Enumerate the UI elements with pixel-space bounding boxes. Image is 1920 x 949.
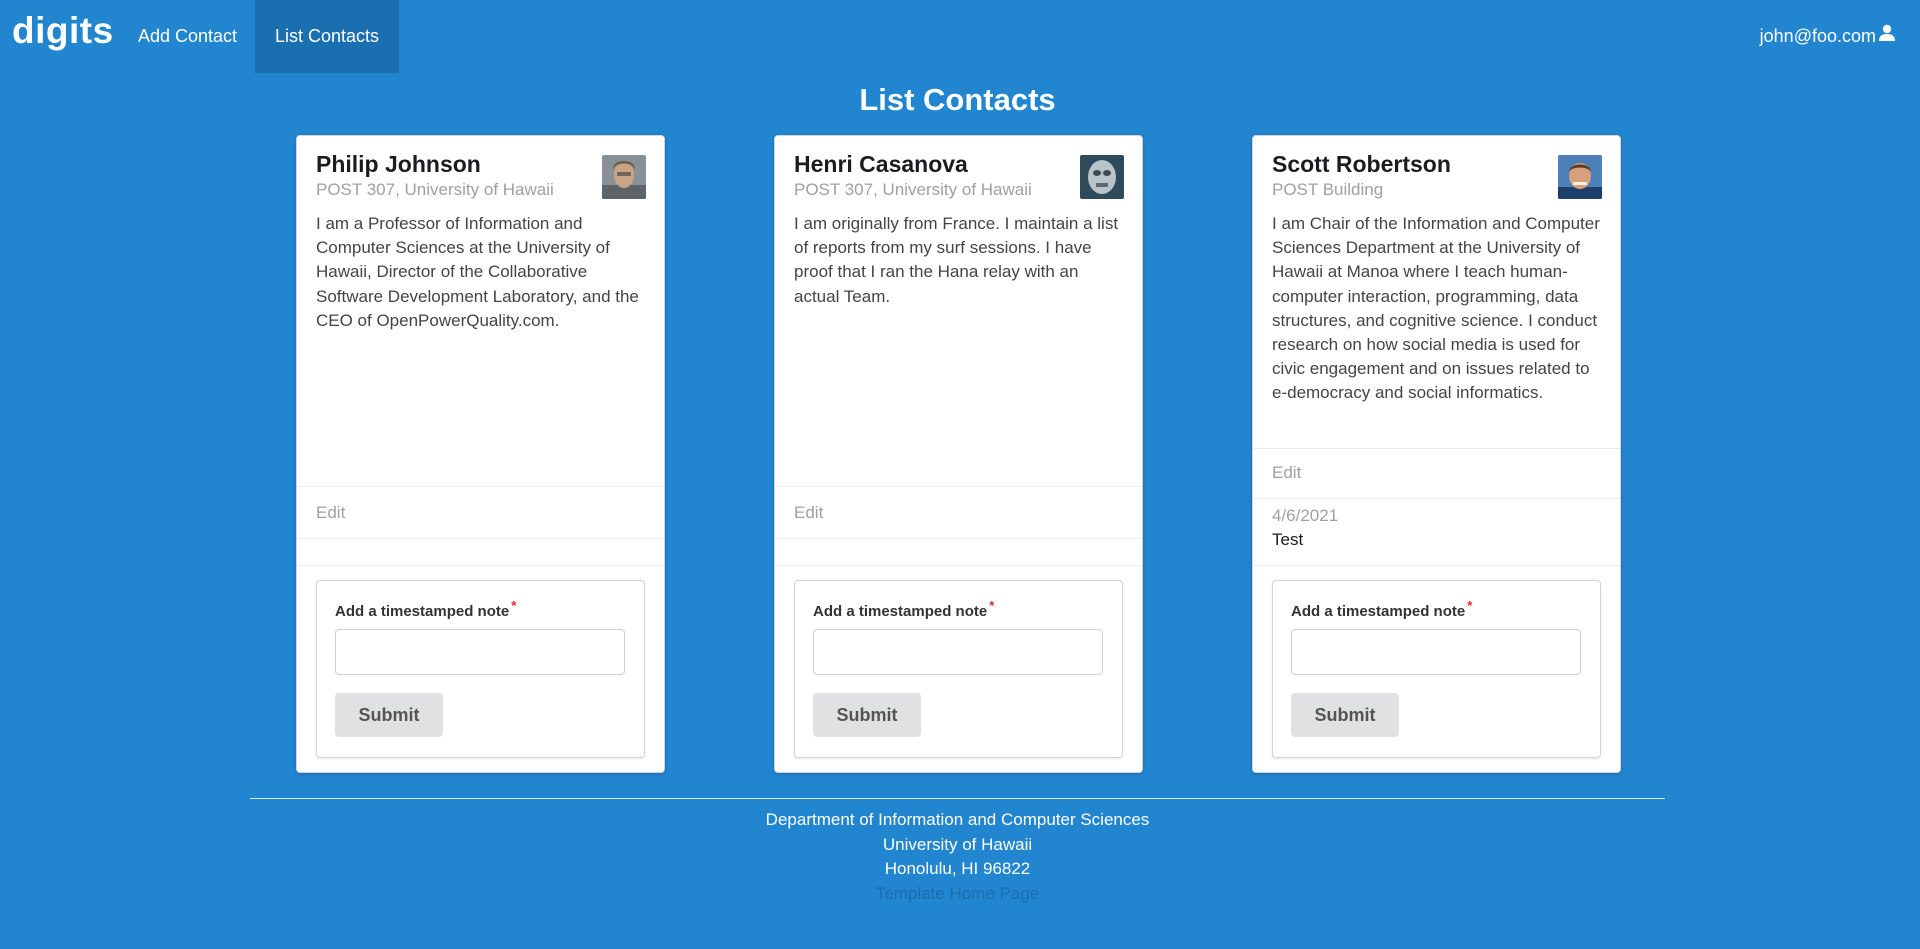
note-input[interactable] — [1291, 629, 1581, 675]
submit-button[interactable]: Submit — [813, 693, 921, 737]
contact-address: POST 307, University of Hawaii — [316, 180, 554, 199]
note-label: Add a timestamped note * — [335, 598, 517, 620]
note-label: Add a timestamped note * — [1291, 598, 1473, 620]
edit-link[interactable]: Edit — [316, 503, 345, 523]
add-note-form: Add a timestamped note * Submit — [794, 580, 1123, 758]
page-title: List Contacts — [859, 82, 1056, 117]
note-label: Add a timestamped note * — [813, 598, 995, 620]
contact-card: Scott Robertson POST Building I am Chair… — [1252, 135, 1621, 773]
note-date: 4/6/2021 — [1272, 506, 1339, 525]
template-home-link[interactable]: Template Home Page — [0, 882, 1915, 907]
note-input[interactable] — [813, 629, 1103, 675]
note-input[interactable] — [335, 629, 625, 675]
card-divider — [297, 486, 664, 487]
card-divider — [775, 565, 1142, 566]
card-divider — [297, 565, 664, 566]
required-mark: * — [511, 598, 517, 613]
required-mark: * — [1467, 598, 1473, 613]
contact-description: I am a Professor of Information and Comp… — [316, 214, 639, 330]
contact-name: Henri Casanova — [794, 151, 968, 177]
contact-description: I am originally from France. I maintain … — [794, 214, 1119, 306]
edit-link[interactable]: Edit — [794, 503, 823, 523]
footer-divider — [250, 798, 1665, 799]
nav-list-contacts[interactable]: List Contacts — [255, 0, 400, 73]
user-email: john@foo.com — [1759, 26, 1876, 46]
user-menu[interactable]: john@foo.com — [1760, 0, 1896, 73]
user-icon — [1878, 0, 1896, 73]
add-note-form: Add a timestamped note * Submit — [1272, 580, 1601, 758]
contact-name: Scott Robertson — [1272, 151, 1451, 177]
card-divider — [775, 486, 1142, 487]
footer-university: University of Hawaii — [882, 834, 1033, 854]
card-divider — [1253, 498, 1620, 499]
contact-address: POST 307, University of Hawaii — [794, 180, 1032, 199]
add-note-form: Add a timestamped note * Submit — [316, 580, 645, 758]
footer: Department of Information and Computer S… — [0, 808, 1915, 906]
required-mark: * — [989, 598, 995, 613]
card-divider — [297, 538, 664, 539]
card-divider — [1253, 565, 1620, 566]
footer-department: Department of Information and Computer S… — [765, 810, 1150, 829]
contact-address: POST Building — [1272, 180, 1384, 199]
card-header: Scott Robertson POST Building — [1272, 150, 1572, 200]
edit-link[interactable]: Edit — [1272, 463, 1301, 483]
contact-card: Henri Casanova POST 307, University of H… — [774, 135, 1143, 773]
contact-name: Philip Johnson — [316, 151, 481, 177]
footer-address: Honolulu, HI 96822 — [884, 859, 1031, 878]
contact-avatar — [1558, 155, 1602, 199]
contact-card: Philip Johnson POST 307, University of H… — [296, 135, 665, 773]
card-divider — [1253, 448, 1620, 449]
card-header: Henri Casanova POST 307, University of H… — [794, 150, 1094, 200]
contact-description: I am Chair of the Information and Comput… — [1272, 214, 1600, 403]
nav-add-contact[interactable]: Add Contact — [118, 0, 257, 73]
card-divider — [775, 538, 1142, 539]
contact-avatar — [1080, 155, 1124, 199]
note-text: Test — [1272, 530, 1304, 549]
contact-avatar — [602, 155, 646, 199]
submit-button[interactable]: Submit — [1291, 693, 1399, 737]
card-header: Philip Johnson POST 307, University of H… — [316, 150, 616, 200]
brand-logo[interactable]: digits — [12, 10, 114, 52]
submit-button[interactable]: Submit — [335, 693, 443, 737]
top-navbar: digits Add Contact List Contacts john@fo… — [0, 0, 1920, 73]
